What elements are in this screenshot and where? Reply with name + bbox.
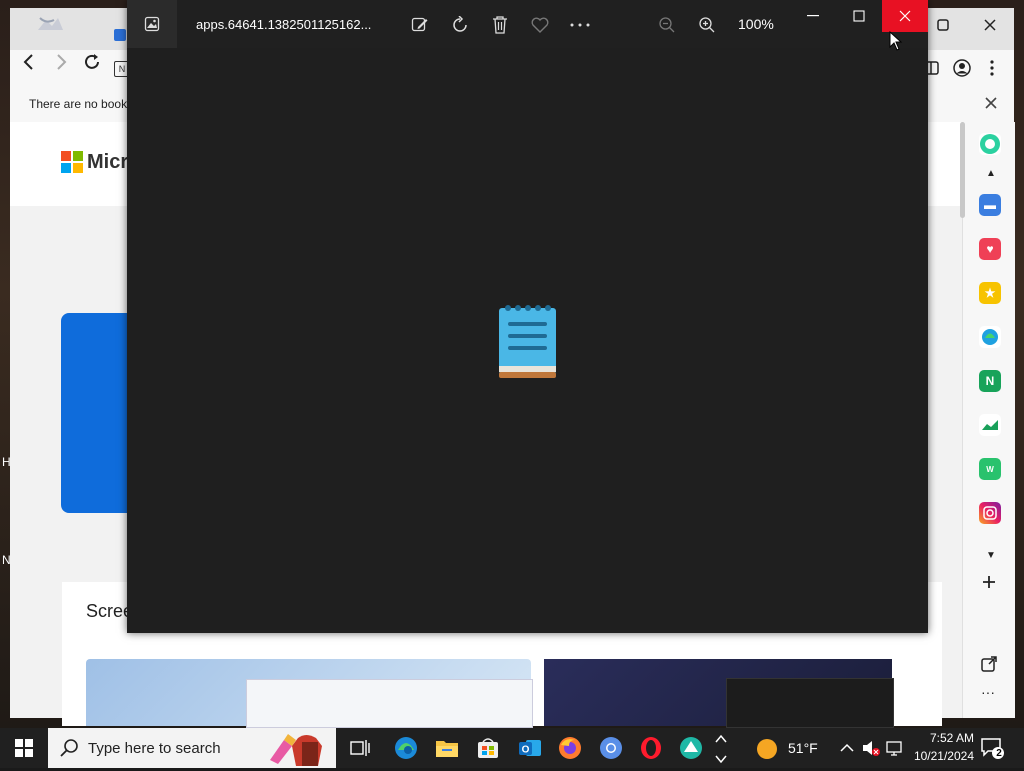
- microsoft-logo[interactable]: [61, 151, 83, 173]
- mouse-cursor-icon: [889, 30, 903, 51]
- teal-app-icon[interactable]: [677, 734, 705, 762]
- games-icon[interactable]: W: [979, 458, 1001, 480]
- copilot-icon[interactable]: [979, 133, 1001, 155]
- bookmarks-empty-message: There are no book: [29, 97, 128, 111]
- show-hidden-icons-chevron-icon[interactable]: [840, 740, 854, 756]
- thumbnail-dark-window-preview: [726, 678, 894, 728]
- tab-favicon-blue[interactable]: [114, 29, 126, 41]
- close-button[interactable]: [882, 0, 928, 32]
- back-button[interactable]: [18, 52, 38, 72]
- clock-time[interactable]: 7:52 AM: [912, 731, 974, 745]
- open-external-icon[interactable]: [981, 656, 997, 677]
- edge-drop-icon[interactable]: [979, 326, 1001, 348]
- search-placeholder: Type here to search: [88, 740, 221, 757]
- instagram-icon[interactable]: [979, 502, 1001, 524]
- outlook-icon[interactable]: O: [516, 734, 544, 762]
- overflow-scroll-arrows[interactable]: [712, 730, 730, 766]
- section-title: Scree: [86, 601, 134, 621]
- add-sidebar-item-icon[interactable]: [981, 574, 997, 595]
- edit-icon[interactable]: [409, 14, 431, 36]
- zoom-in-icon[interactable]: [696, 14, 718, 36]
- file-explorer-icon[interactable]: [433, 734, 461, 762]
- network-icon[interactable]: [886, 740, 902, 759]
- image-filename: apps.64641.1382501125162...: [196, 17, 372, 32]
- shopping-bag-icon[interactable]: N: [979, 370, 1001, 392]
- notification-count-badge: 2: [996, 748, 1002, 759]
- svg-text:O: O: [522, 745, 530, 756]
- favorites-star-icon[interactable]: ★: [979, 282, 1001, 304]
- clock-date[interactable]: 10/21/2024: [902, 749, 974, 763]
- sidebar-scroll-down-icon[interactable]: ▼: [986, 550, 996, 561]
- opera-icon[interactable]: [637, 734, 665, 762]
- microsoft-store-icon[interactable]: [474, 734, 502, 762]
- search-icon: [60, 738, 80, 758]
- search-highlight-icon: [266, 730, 330, 766]
- forward-button[interactable]: [52, 52, 72, 72]
- task-view-icon[interactable]: [346, 734, 374, 762]
- browser-close-button[interactable]: [983, 18, 997, 37]
- chromium-icon[interactable]: [597, 734, 625, 762]
- taskbar: Type here to search O 51°F 7:52 AM 10/21…: [0, 728, 1024, 768]
- browser-menu-icon[interactable]: [990, 60, 994, 81]
- volume-muted-icon[interactable]: [862, 740, 880, 759]
- notepad-image: [499, 304, 556, 378]
- stocks-chart-icon[interactable]: [979, 414, 1001, 436]
- browser-maximize-button[interactable]: [936, 18, 950, 37]
- pocket-icon[interactable]: ♥: [979, 238, 1001, 260]
- zoom-level[interactable]: 100%: [738, 16, 774, 32]
- firefox-icon[interactable]: [556, 734, 584, 762]
- rotate-icon[interactable]: [449, 14, 471, 36]
- refresh-button[interactable]: [82, 52, 102, 72]
- image-gallery-button[interactable]: [127, 0, 177, 48]
- sidebar-more-icon[interactable]: ···: [981, 684, 995, 700]
- weather-temperature[interactable]: 51°F: [788, 740, 818, 756]
- more-icon[interactable]: [569, 14, 591, 36]
- close-bookmarks-bar-icon[interactable]: [985, 96, 997, 114]
- twitter-tab-favicon[interactable]: [36, 14, 64, 36]
- edge-browser-icon[interactable]: [392, 734, 420, 762]
- delete-icon[interactable]: [489, 14, 511, 36]
- page-scrollbar[interactable]: [960, 122, 965, 218]
- sidebar-scroll-up-icon[interactable]: ▲: [986, 168, 996, 179]
- briefcase-icon[interactable]: ▬: [979, 194, 1001, 216]
- start-button[interactable]: [0, 728, 48, 768]
- weather-sun-icon[interactable]: [756, 738, 778, 760]
- microsoft-wordmark: Micr: [87, 151, 129, 173]
- thumbnail-window-preview: [246, 679, 533, 728]
- profile-icon[interactable]: [953, 59, 971, 82]
- photos-viewer-window: apps.64641.1382501125162... 100%: [127, 0, 928, 633]
- maximize-button[interactable]: [836, 0, 882, 32]
- zoom-out-icon[interactable]: [656, 14, 678, 36]
- heart-icon[interactable]: [529, 14, 551, 36]
- minimize-button[interactable]: [790, 0, 836, 32]
